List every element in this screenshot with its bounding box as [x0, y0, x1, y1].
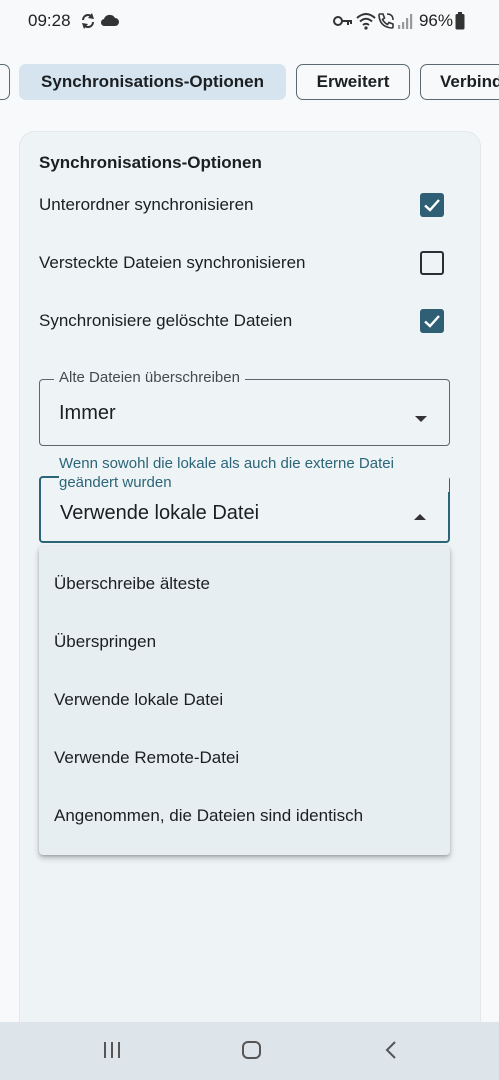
tab-sync-options-label: Synchronisations-Optionen: [41, 72, 264, 91]
conflict-select-value: Verwende lokale Datei: [60, 502, 260, 524]
wifi-icon: [356, 12, 376, 35]
conflict-select-label: Wenn sowohl die lokale als auch die exte…: [59, 454, 449, 492]
option-deleted-files[interactable]: Synchronisiere gelöschte Dateien: [39, 306, 444, 338]
menu-item-overwrite-oldest[interactable]: Überschreibe älteste: [54, 564, 444, 604]
conflict-dropdown-menu: Überschreibe älteste Überspringen Verwen…: [39, 546, 450, 855]
signal-icon: [397, 12, 415, 35]
caret-up-icon: [414, 508, 426, 526]
menu-item-assume-identical[interactable]: Angenommen, die Dateien sind identisch: [54, 796, 444, 836]
hidden-files-checkbox[interactable]: [420, 251, 444, 275]
deleted-files-checkbox[interactable]: [420, 309, 444, 333]
tab-previous[interactable]: [0, 64, 10, 100]
tab-connection-label: Verbindung: [440, 72, 499, 91]
option-label: Versteckte Dateien synchronisieren: [39, 253, 306, 272]
navigation-bar: [0, 1022, 499, 1080]
sync-icon: [80, 12, 96, 35]
call-icon: [377, 12, 395, 35]
overwrite-select-label: Alte Dateien überschreiben: [54, 369, 245, 386]
menu-item-skip[interactable]: Überspringen: [54, 622, 444, 662]
cloud-icon: [100, 14, 119, 32]
option-label: Unterordner synchronisieren: [39, 195, 254, 214]
overwrite-select[interactable]: Alte Dateien überschreiben Immer: [39, 369, 450, 446]
tab-advanced[interactable]: Erweitert: [296, 64, 410, 100]
checkmark-icon: [424, 199, 440, 212]
battery-percent: 96%: [418, 11, 453, 30]
back-icon[interactable]: [383, 1040, 399, 1065]
section-title: Synchronisations-Optionen: [39, 153, 262, 172]
screen: 09:28 96% Synchronisations-Optionen Erwe…: [0, 0, 499, 1080]
caret-down-icon: [415, 410, 427, 428]
home-icon[interactable]: [241, 1040, 262, 1065]
overwrite-select-value: Immer: [59, 402, 116, 424]
tab-advanced-label: Erweitert: [316, 72, 390, 91]
subfolders-checkbox[interactable]: [420, 193, 444, 217]
tab-connection[interactable]: Verbindung: [420, 64, 499, 100]
tab-bar: Synchronisations-Optionen Erweitert Verb…: [0, 64, 499, 102]
checkmark-icon: [424, 315, 440, 328]
status-time: 09:28: [28, 11, 71, 30]
tab-sync-options[interactable]: Synchronisations-Optionen: [19, 64, 286, 100]
option-subfolders[interactable]: Unterordner synchronisieren: [39, 190, 444, 222]
status-bar: 09:28 96%: [0, 0, 499, 44]
option-hidden-files[interactable]: Versteckte Dateien synchronisieren: [39, 248, 444, 280]
option-label: Synchronisiere gelöschte Dateien: [39, 311, 293, 330]
recents-icon[interactable]: [102, 1040, 122, 1065]
menu-item-use-local[interactable]: Verwende lokale Datei: [54, 680, 444, 720]
menu-item-use-remote[interactable]: Verwende Remote-Datei: [54, 738, 444, 778]
key-icon: [333, 14, 353, 33]
battery-icon: [455, 12, 465, 35]
